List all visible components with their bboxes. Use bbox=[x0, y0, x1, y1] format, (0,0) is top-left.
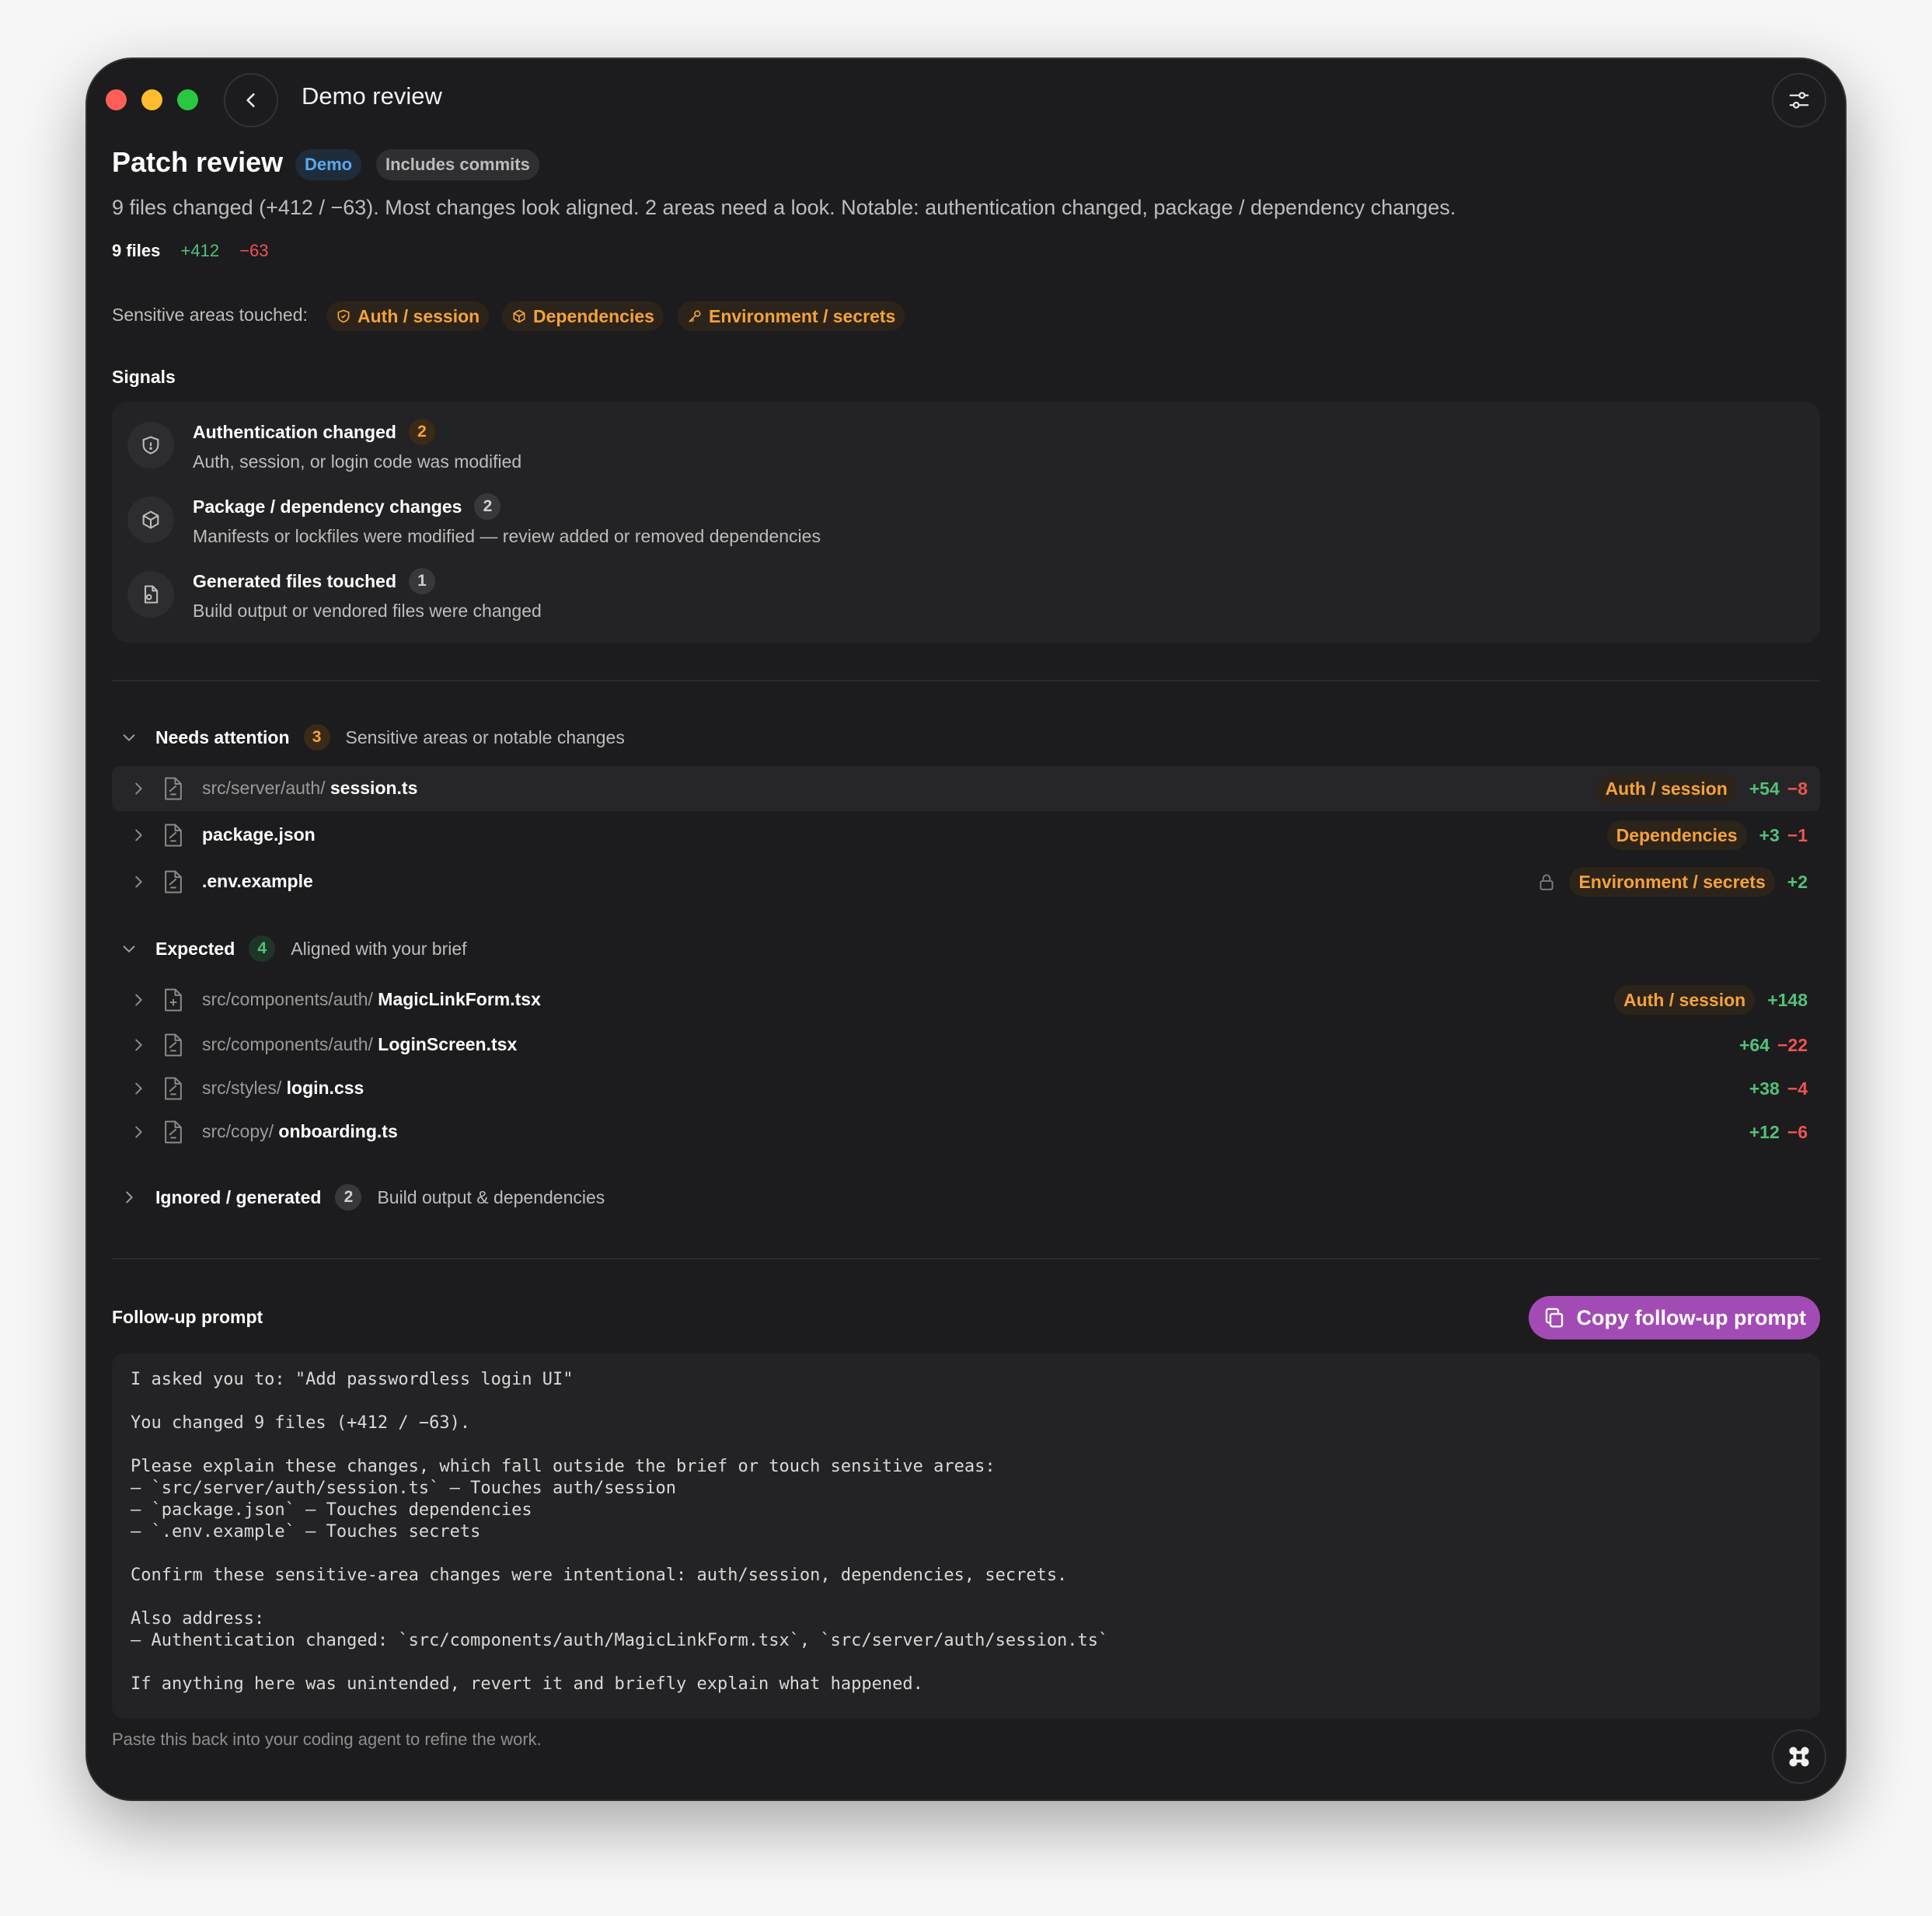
followup-heading: Follow-up prompt bbox=[112, 1307, 263, 1327]
file-row-magiclinkform[interactable]: src/components/auth/ MagicLinkForm.tsx A… bbox=[112, 977, 1820, 1022]
group-ignored-header[interactable]: Ignored / generated 2 Build output & dep… bbox=[118, 1184, 605, 1211]
demo-badge: Demo bbox=[295, 149, 362, 180]
window-title: Demo review bbox=[302, 82, 442, 110]
close-window-button[interactable] bbox=[106, 89, 127, 110]
includes-commits-badge: Includes commits bbox=[376, 149, 539, 180]
signal-item: Generated files touched 1 bbox=[193, 568, 436, 594]
chevron-down-icon bbox=[118, 726, 140, 748]
group-needs-attention-header[interactable]: Needs attention 3 Sensitive areas or not… bbox=[118, 724, 625, 751]
signals-heading: Signals bbox=[112, 367, 176, 387]
minimize-window-button[interactable] bbox=[141, 89, 162, 110]
settings-button[interactable] bbox=[1772, 73, 1826, 127]
back-button[interactable] bbox=[224, 73, 278, 127]
summary-text: 9 files changed (+412 / −63). Most chang… bbox=[112, 196, 1456, 219]
chevron-right-icon bbox=[127, 1034, 149, 1056]
signal-count: 1 bbox=[409, 568, 436, 594]
file-added-icon bbox=[165, 988, 182, 1012]
chevron-right-icon bbox=[127, 824, 149, 846]
shield-icon bbox=[142, 436, 159, 455]
file-row-env-example[interactable]: .env.example Environment / secrets +2 bbox=[112, 859, 1820, 904]
package-icon bbox=[513, 309, 525, 323]
copy-icon bbox=[1545, 1308, 1563, 1328]
command-icon bbox=[1789, 1747, 1809, 1767]
file-row-session-ts[interactable]: src/server/auth/ session.ts Auth / sessi… bbox=[112, 766, 1820, 811]
sensitive-tag-auth[interactable]: Auth / session bbox=[326, 301, 490, 331]
file-tag: Auth / session bbox=[1613, 985, 1756, 1015]
chevron-right-icon bbox=[127, 778, 149, 799]
shield-icon bbox=[337, 309, 350, 323]
copy-followup-button[interactable]: Copy follow-up prompt bbox=[1528, 1296, 1820, 1339]
files-count: 9 files bbox=[112, 241, 161, 260]
file-diff-icon bbox=[165, 870, 182, 894]
divider bbox=[112, 680, 1820, 681]
followup-prompt-box[interactable]: I asked you to: "Add passwordless login … bbox=[112, 1353, 1820, 1719]
signals-panel: Authentication changed 2 Auth, session, … bbox=[112, 402, 1820, 643]
signal-count: 2 bbox=[474, 493, 501, 520]
group-count: 2 bbox=[335, 1184, 362, 1211]
signal-icon-wrap bbox=[127, 571, 174, 618]
file-row-loginscreen[interactable]: src/components/auth/ LoginScreen.tsx +64… bbox=[112, 1022, 1820, 1068]
footer-note: Paste this back into your coding agent t… bbox=[112, 1730, 542, 1749]
page-title: Patch review bbox=[112, 146, 284, 178]
signal-description: Manifests or lockfiles were modified — r… bbox=[193, 526, 821, 546]
signal-item: Authentication changed 2 bbox=[193, 419, 435, 445]
chevron-right-icon bbox=[127, 1121, 149, 1143]
chevron-right-icon bbox=[127, 1078, 149, 1099]
chevron-right-icon bbox=[118, 1186, 140, 1208]
file-row-onboarding[interactable]: src/copy/ onboarding.ts +12 −6 bbox=[112, 1110, 1820, 1155]
file-diff-icon bbox=[165, 1077, 182, 1100]
group-count: 3 bbox=[303, 724, 330, 751]
lines-added: +412 bbox=[180, 241, 220, 260]
file-tag: Dependencies bbox=[1606, 820, 1747, 850]
file-tag: Auth / session bbox=[1595, 774, 1737, 803]
group-expected-header[interactable]: Expected 4 Aligned with your brief bbox=[118, 935, 467, 962]
signal-icon-wrap bbox=[127, 496, 174, 543]
file-diff-icon bbox=[165, 1120, 182, 1144]
signal-description: Build output or vendored files were chan… bbox=[193, 601, 542, 621]
sensitive-tag-secrets[interactable]: Environment / secrets bbox=[678, 301, 905, 331]
file-diff-icon bbox=[165, 777, 182, 800]
signal-description: Auth, session, or login code was modifie… bbox=[193, 451, 522, 472]
followup-prompt-text: I asked you to: "Add passwordless login … bbox=[131, 1370, 1109, 1694]
sensitive-areas-label: Sensitive areas touched: bbox=[112, 305, 308, 325]
lines-removed: −63 bbox=[239, 241, 269, 260]
sensitive-tag-dependencies[interactable]: Dependencies bbox=[502, 301, 664, 331]
file-row-login-css[interactable]: src/styles/ login.css +38 −4 bbox=[112, 1066, 1820, 1111]
diff-stats: 9 files +412 −63 bbox=[112, 241, 269, 261]
lock-icon bbox=[1540, 874, 1554, 890]
chevron-down-icon bbox=[118, 938, 140, 960]
app-menu-button[interactable] bbox=[1772, 1730, 1826, 1784]
generated-file-icon bbox=[144, 585, 159, 604]
divider bbox=[112, 1258, 1820, 1259]
zoom-window-button[interactable] bbox=[177, 89, 198, 110]
file-diff-icon bbox=[165, 1033, 182, 1057]
chevron-right-icon bbox=[127, 989, 149, 1011]
sliders-icon bbox=[1789, 92, 1809, 109]
file-diff-icon bbox=[165, 824, 182, 847]
signal-item: Package / dependency changes 2 bbox=[193, 493, 501, 520]
package-icon bbox=[142, 510, 159, 529]
app-window: Demo review Patch review Demo Includes c… bbox=[87, 59, 1845, 1799]
file-row-package-json[interactable]: package.json Dependencies +3 −1 bbox=[112, 813, 1820, 858]
group-count: 4 bbox=[249, 935, 276, 962]
file-tag: Environment / secrets bbox=[1569, 867, 1775, 897]
key-icon bbox=[689, 310, 701, 322]
signal-icon-wrap bbox=[127, 422, 174, 469]
signal-count: 2 bbox=[408, 419, 435, 445]
chevron-right-icon bbox=[127, 871, 149, 893]
chevron-left-icon bbox=[246, 93, 255, 107]
